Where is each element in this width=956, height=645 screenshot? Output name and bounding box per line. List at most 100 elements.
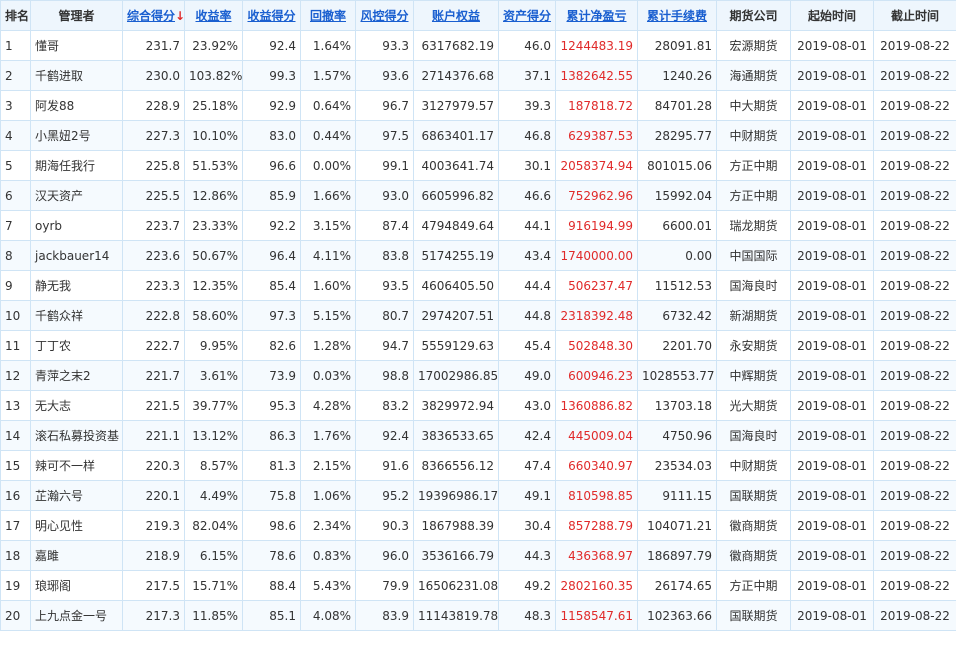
header-start: 起始时间 bbox=[790, 0, 874, 31]
cell-firm: 徽商期货 bbox=[716, 540, 791, 571]
cell-rank: 17 bbox=[0, 510, 31, 541]
cell-manager: 千鹤进取 bbox=[30, 60, 123, 91]
cell-start-date: 2019-08-01 bbox=[790, 180, 874, 211]
cell-firm: 中财期货 bbox=[716, 450, 791, 481]
cell-risk-score: 93.5 bbox=[355, 270, 414, 301]
cell-drawdown: 1.76% bbox=[300, 420, 356, 451]
cell-fees: 186897.79 bbox=[637, 540, 717, 571]
cell-net-pnl: 502848.30 bbox=[555, 330, 638, 361]
cell-end-date: 2019-08-22 bbox=[873, 390, 956, 421]
cell-end-date: 2019-08-22 bbox=[873, 210, 956, 241]
cell-asset-score: 47.4 bbox=[498, 450, 556, 481]
cell-drawdown: 0.03% bbox=[300, 360, 356, 391]
cell-rank: 20 bbox=[0, 600, 31, 631]
cell-end-date: 2019-08-22 bbox=[873, 120, 956, 151]
cell-manager: 静无我 bbox=[30, 270, 123, 301]
cell-equity: 2714376.68 bbox=[413, 60, 499, 91]
cell-equity: 17002986.85 bbox=[413, 360, 499, 391]
cell-rank: 2 bbox=[0, 60, 31, 91]
cell-net-pnl: 1740000.00 bbox=[555, 240, 638, 271]
cell-total-score: 219.3 bbox=[122, 510, 185, 541]
cell-equity: 3829972.94 bbox=[413, 390, 499, 421]
cell-start-date: 2019-08-01 bbox=[790, 240, 874, 271]
cell-firm: 中辉期货 bbox=[716, 360, 791, 391]
cell-drawdown: 1.06% bbox=[300, 480, 356, 511]
cell-equity: 2974207.51 bbox=[413, 300, 499, 331]
cell-net-pnl: 2802160.35 bbox=[555, 570, 638, 601]
cell-risk-score: 96.7 bbox=[355, 90, 414, 121]
cell-risk-score: 91.6 bbox=[355, 450, 414, 481]
cell-firm: 新湖期货 bbox=[716, 300, 791, 331]
sort-equity[interactable]: 账户权益 bbox=[413, 0, 499, 31]
cell-rank: 3 bbox=[0, 90, 31, 121]
cell-return-score: 78.6 bbox=[242, 540, 301, 571]
cell-net-pnl: 810598.85 bbox=[555, 480, 638, 511]
sort-risk-score[interactable]: 风控得分 bbox=[355, 0, 414, 31]
cell-fees: 23534.03 bbox=[637, 450, 717, 481]
cell-fees: 84701.28 bbox=[637, 90, 717, 121]
sort-net-pnl[interactable]: 累计净盈亏 bbox=[555, 0, 638, 31]
cell-risk-score: 99.1 bbox=[355, 150, 414, 181]
cell-total-score: 221.5 bbox=[122, 390, 185, 421]
sort-return-rate[interactable]: 收益率 bbox=[184, 0, 243, 31]
cell-drawdown: 0.64% bbox=[300, 90, 356, 121]
cell-rank: 11 bbox=[0, 330, 31, 361]
cell-start-date: 2019-08-01 bbox=[790, 540, 874, 571]
cell-equity: 1867988.39 bbox=[413, 510, 499, 541]
cell-start-date: 2019-08-01 bbox=[790, 420, 874, 451]
cell-end-date: 2019-08-22 bbox=[873, 480, 956, 511]
cell-rank: 13 bbox=[0, 390, 31, 421]
sort-asset-score[interactable]: 资产得分 bbox=[498, 0, 556, 31]
cell-drawdown: 0.83% bbox=[300, 540, 356, 571]
cell-fees: 11512.53 bbox=[637, 270, 717, 301]
cell-drawdown: 4.08% bbox=[300, 600, 356, 631]
cell-manager: 千鹤众祥 bbox=[30, 300, 123, 331]
cell-asset-score: 48.3 bbox=[498, 600, 556, 631]
cell-net-pnl: 857288.79 bbox=[555, 510, 638, 541]
cell-return-score: 97.3 bbox=[242, 300, 301, 331]
cell-start-date: 2019-08-01 bbox=[790, 300, 874, 331]
table-row: 15 辣可不一样 220.3 8.57% 81.3 2.15% 91.6 8366556.12… bbox=[0, 450, 956, 481]
table-row: 1 懂哥 231.7 23.92% 92.4 1.64% 93.3 6317682.19 46.… bbox=[0, 30, 956, 61]
cell-return-rate: 39.77% bbox=[184, 390, 243, 421]
cell-return-score: 95.3 bbox=[242, 390, 301, 421]
sort-drawdown[interactable]: 回撤率 bbox=[300, 0, 356, 31]
cell-risk-score: 93.3 bbox=[355, 30, 414, 61]
cell-total-score: 221.7 bbox=[122, 360, 185, 391]
cell-risk-score: 97.5 bbox=[355, 120, 414, 151]
table-row: 7 oyrb 223.7 23.33% 92.2 3.15% 87.4 4794849.64 4… bbox=[0, 210, 956, 241]
cell-risk-score: 87.4 bbox=[355, 210, 414, 241]
cell-asset-score: 30.4 bbox=[498, 510, 556, 541]
cell-manager: 青萍之末2 bbox=[30, 360, 123, 391]
cell-drawdown: 2.34% bbox=[300, 510, 356, 541]
cell-total-score: 222.8 bbox=[122, 300, 185, 331]
cell-fees: 1028553.77 bbox=[637, 360, 717, 391]
cell-return-score: 73.9 bbox=[242, 360, 301, 391]
cell-total-score: 223.6 bbox=[122, 240, 185, 271]
sort-fees[interactable]: 累计手续费 bbox=[637, 0, 717, 31]
sort-return-score[interactable]: 收益得分 bbox=[242, 0, 301, 31]
cell-net-pnl: 1360886.82 bbox=[555, 390, 638, 421]
cell-net-pnl: 629387.53 bbox=[555, 120, 638, 151]
cell-asset-score: 42.4 bbox=[498, 420, 556, 451]
cell-rank: 16 bbox=[0, 480, 31, 511]
cell-start-date: 2019-08-01 bbox=[790, 570, 874, 601]
table-row: 12 青萍之末2 221.7 3.61% 73.9 0.03% 98.8 17002986.8… bbox=[0, 360, 956, 391]
cell-manager: 汉天资产 bbox=[30, 180, 123, 211]
cell-equity: 16506231.08 bbox=[413, 570, 499, 601]
cell-return-rate: 10.10% bbox=[184, 120, 243, 151]
sort-total-score[interactable]: 综合得分↓ bbox=[122, 0, 185, 31]
cell-firm: 宏源期货 bbox=[716, 30, 791, 61]
cell-net-pnl: 1382642.55 bbox=[555, 60, 638, 91]
cell-equity: 6605996.82 bbox=[413, 180, 499, 211]
cell-rank: 18 bbox=[0, 540, 31, 571]
cell-fees: 104071.21 bbox=[637, 510, 717, 541]
cell-rank: 12 bbox=[0, 360, 31, 391]
cell-manager: 懂哥 bbox=[30, 30, 123, 61]
cell-start-date: 2019-08-01 bbox=[790, 60, 874, 91]
cell-equity: 8366556.12 bbox=[413, 450, 499, 481]
cell-net-pnl: 445009.04 bbox=[555, 420, 638, 451]
cell-net-pnl: 1244483.19 bbox=[555, 30, 638, 61]
cell-end-date: 2019-08-22 bbox=[873, 330, 956, 361]
cell-drawdown: 1.64% bbox=[300, 30, 356, 61]
